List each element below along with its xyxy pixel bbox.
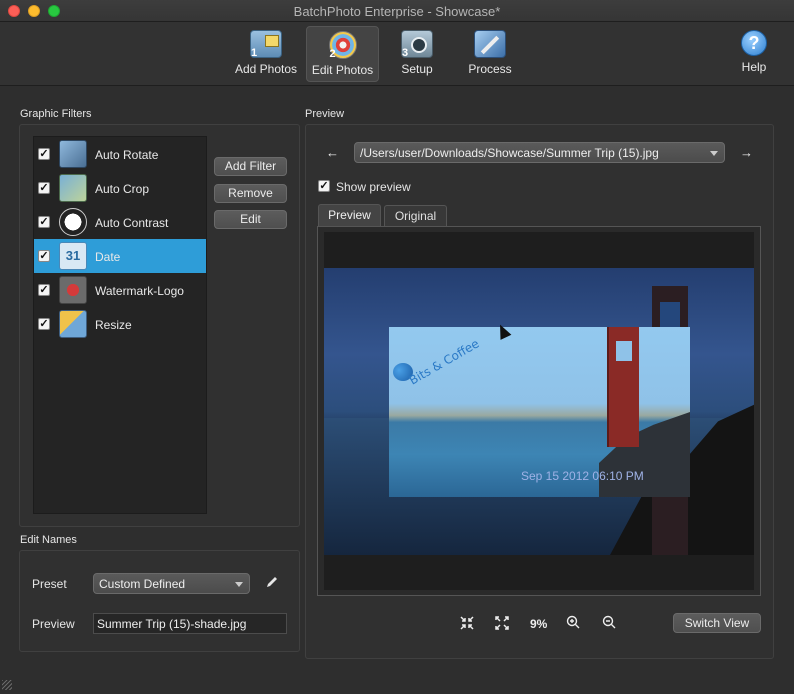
show-preview-checkbox[interactable]: ✓ <box>318 180 330 192</box>
edit-photos-icon: 2 <box>328 31 357 60</box>
zoom-level: 9% <box>530 617 548 631</box>
step-number: 1 <box>251 47 258 59</box>
auto-rotate-icon <box>59 140 87 168</box>
switch-view-button[interactable]: Switch View <box>673 613 761 633</box>
filter-checkbox[interactable]: ✓ <box>38 318 50 330</box>
filter-row-watermark-logo[interactable]: ✓ Watermark-Logo <box>34 273 206 307</box>
pencil-icon <box>267 577 277 587</box>
filter-checkbox[interactable]: ✓ <box>38 216 50 228</box>
edit-names-panel <box>19 550 300 652</box>
filter-label: Date <box>95 250 121 264</box>
toolbar-edit-photos-button[interactable]: 2 Edit Photos <box>306 26 379 82</box>
toolbar-setup-button[interactable]: 3 Setup <box>394 26 440 82</box>
toolbar-label: Add Photos <box>234 62 298 76</box>
calendar-icon: 31 <box>59 242 87 270</box>
chevron-down-icon <box>710 151 718 156</box>
chevron-down-icon <box>235 582 243 587</box>
zoom-out-button[interactable] <box>602 615 618 631</box>
photo-overlay-highlight: Bits & Coffee Sep 15 2012 06:10 PM <box>389 327 690 497</box>
graphic-filters-title: Graphic Filters <box>20 108 92 120</box>
filter-label: Resize <box>95 318 132 332</box>
watermark-icon <box>59 276 87 304</box>
auto-contrast-icon <box>59 208 87 236</box>
date-stamp-text: Sep 15 2012 06:10 PM <box>521 469 644 483</box>
watermark-logo-text: Bits & Coffee <box>406 336 482 388</box>
zoom-out-icon <box>602 615 616 629</box>
main-toolbar: 1 Add Photos 2 Edit Photos 3 Setup Proce… <box>0 22 794 86</box>
name-preview-label: Preview <box>32 617 75 631</box>
help-icon: ? <box>741 30 767 56</box>
resize-icon <box>59 310 87 338</box>
window-title: BatchPhoto Enterprise - Showcase* <box>293 4 501 19</box>
filter-checkbox[interactable]: ✓ <box>38 182 50 194</box>
toolbar-label: Process <box>468 62 512 76</box>
edit-filter-button[interactable]: Edit <box>214 210 287 229</box>
filter-checkbox[interactable]: ✓ <box>38 148 50 160</box>
tab-original[interactable]: Original <box>384 205 447 227</box>
edit-names-title: Edit Names <box>20 534 77 546</box>
file-path-value: /Users/user/Downloads/Showcase/Summer Tr… <box>360 146 659 160</box>
fit-to-window-button[interactable] <box>460 616 476 632</box>
step-number: 2 <box>329 48 336 60</box>
remove-filter-button[interactable]: Remove <box>214 184 287 203</box>
toolbar-add-photos-button[interactable]: 1 Add Photos <box>232 26 300 82</box>
toolbar-help-button[interactable]: ? Help <box>733 26 775 82</box>
filter-row-resize[interactable]: ✓ Resize <box>34 307 206 341</box>
filter-label: Watermark-Logo <box>95 284 184 298</box>
filter-row-auto-crop[interactable]: ✓ Auto Crop <box>34 171 206 205</box>
next-photo-button[interactable]: → <box>740 145 753 160</box>
expand-arrows-icon <box>495 616 509 630</box>
preset-value: Custom Defined <box>99 577 186 591</box>
toolbar-label: Edit Photos <box>311 63 374 77</box>
filter-checkbox[interactable]: ✓ <box>38 284 50 296</box>
preset-label: Preset <box>32 577 67 591</box>
actual-size-button[interactable] <box>495 616 511 632</box>
add-photos-icon: 1 <box>250 30 282 59</box>
collapse-arrows-icon <box>460 616 474 630</box>
add-filter-button[interactable]: Add Filter <box>214 157 287 176</box>
filter-row-date[interactable]: ✓ 31 Date <box>34 239 206 273</box>
zoom-in-icon <box>566 615 580 629</box>
edit-preset-button[interactable] <box>265 575 281 591</box>
setup-icon: 3 <box>401 30 433 59</box>
filter-row-auto-contrast[interactable]: ✓ Auto Contrast <box>34 205 206 239</box>
filter-label: Auto Contrast <box>95 216 169 230</box>
filter-checkbox[interactable]: ✓ <box>38 250 50 262</box>
process-icon <box>474 30 506 58</box>
file-path-select[interactable]: /Users/user/Downloads/Showcase/Summer Tr… <box>354 142 725 163</box>
step-number: 3 <box>402 47 409 59</box>
filter-row-auto-rotate[interactable]: ✓ Auto Rotate <box>34 137 206 171</box>
preview-title: Preview <box>305 108 345 120</box>
overlay-bridge-tower <box>607 327 639 447</box>
window-resize-grip[interactable] <box>2 680 12 690</box>
preset-select[interactable]: Custom Defined <box>93 573 250 594</box>
filter-list[interactable]: ✓ Auto Rotate ✓ Auto Crop ✓ Auto Contras… <box>33 136 207 514</box>
show-preview-label: Show preview <box>336 180 411 194</box>
filter-label: Auto Crop <box>95 182 150 196</box>
auto-crop-icon <box>59 174 87 202</box>
zoom-in-button[interactable] <box>566 615 582 631</box>
filter-label: Auto Rotate <box>95 148 159 162</box>
toolbar-label: Help <box>741 60 767 74</box>
title-bar: BatchPhoto Enterprise - Showcase* <box>0 0 794 22</box>
toolbar-process-button[interactable]: Process <box>464 26 516 82</box>
toolbar-label: Setup <box>401 62 433 76</box>
name-preview-field[interactable]: Summer Trip (15)-shade.jpg <box>93 613 287 634</box>
previous-photo-button[interactable]: ← <box>326 145 339 160</box>
tab-preview[interactable]: Preview <box>318 204 381 226</box>
